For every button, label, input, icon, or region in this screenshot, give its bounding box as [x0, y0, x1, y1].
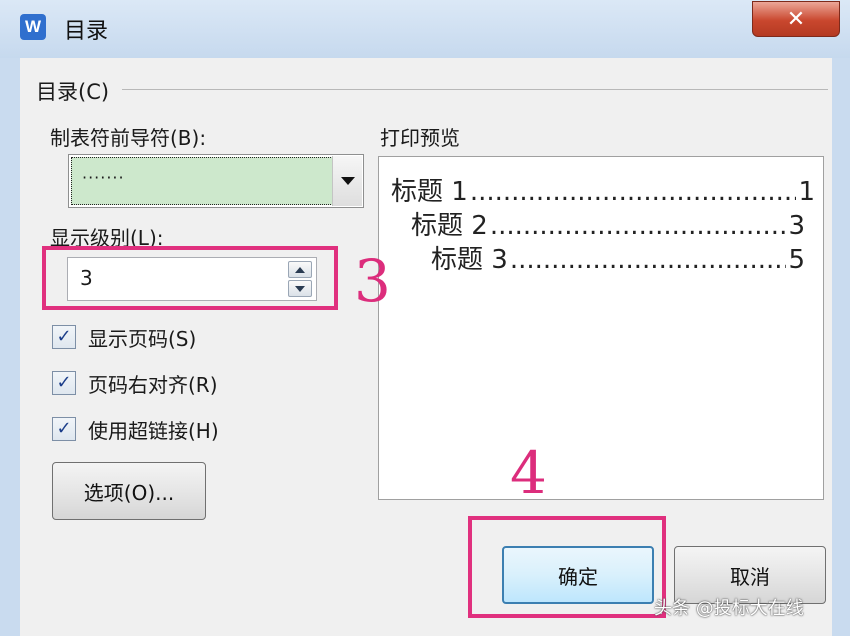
toc-entry-title: 标题 2 [411, 211, 488, 241]
print-preview-pane: 标题 1 ...................................… [378, 156, 824, 500]
step4-highlight [468, 516, 666, 618]
dialog-title: 目录 [64, 19, 109, 44]
toc-leader: ........................................… [469, 177, 797, 207]
watermark: 头条 @投标大在线 [654, 598, 804, 619]
group-divider [122, 89, 828, 90]
step3-highlight [42, 246, 338, 310]
checkbox-show-page-number[interactable]: ✓ [52, 325, 76, 349]
dialog-body: 目录(C) 制表符前导符(B): ······· 显示级别(L): 3 ✓ 显示… [20, 58, 832, 636]
toc-entry-level3: 标题 3 ...................................… [431, 239, 805, 276]
preview-label: 打印预览 [380, 126, 460, 150]
use-hyperlink-label: 使用超链接(H) [88, 419, 219, 443]
toc-leader: ........................................… [509, 245, 787, 275]
leader-label: 制表符前导符(B): [50, 126, 207, 150]
options-button[interactable]: 选项(O)... [52, 462, 206, 520]
dropdown-arrow-icon[interactable] [332, 156, 362, 206]
toc-entry-title: 标题 1 [391, 177, 468, 207]
close-button[interactable]: ✕ [752, 1, 840, 37]
checkbox-use-hyperlink[interactable]: ✓ [52, 417, 76, 441]
title-bar: W 目录 ✕ [0, 0, 850, 58]
show-page-number-label: 显示页码(S) [88, 327, 197, 351]
toc-entry-title: 标题 3 [431, 245, 508, 275]
step3-number: 3 [354, 247, 391, 315]
toc-leader: ........................................… [489, 211, 787, 241]
check-icon: ✓ [56, 326, 72, 347]
wps-app-icon: W [20, 14, 46, 40]
close-icon: ✕ [786, 6, 806, 32]
toc-entry-level1: 标题 1 ...................................… [391, 171, 815, 208]
toc-page-number: 3 [788, 211, 805, 241]
toc-group-label: 目录(C) [36, 76, 114, 106]
toc-entry-level2: 标题 2 ...................................… [411, 205, 805, 242]
checkbox-right-align[interactable]: ✓ [52, 371, 76, 395]
app-icon-letter: W [24, 17, 42, 36]
right-align-label: 页码右对齐(R) [88, 373, 218, 397]
toc-page-number: 1 [798, 177, 815, 207]
check-icon: ✓ [56, 372, 72, 393]
leader-dropdown[interactable]: ······· [68, 154, 364, 208]
leader-value: ······· [71, 157, 333, 205]
check-icon: ✓ [56, 418, 72, 439]
toc-page-number: 5 [788, 245, 805, 275]
step4-number: 4 [510, 439, 547, 507]
